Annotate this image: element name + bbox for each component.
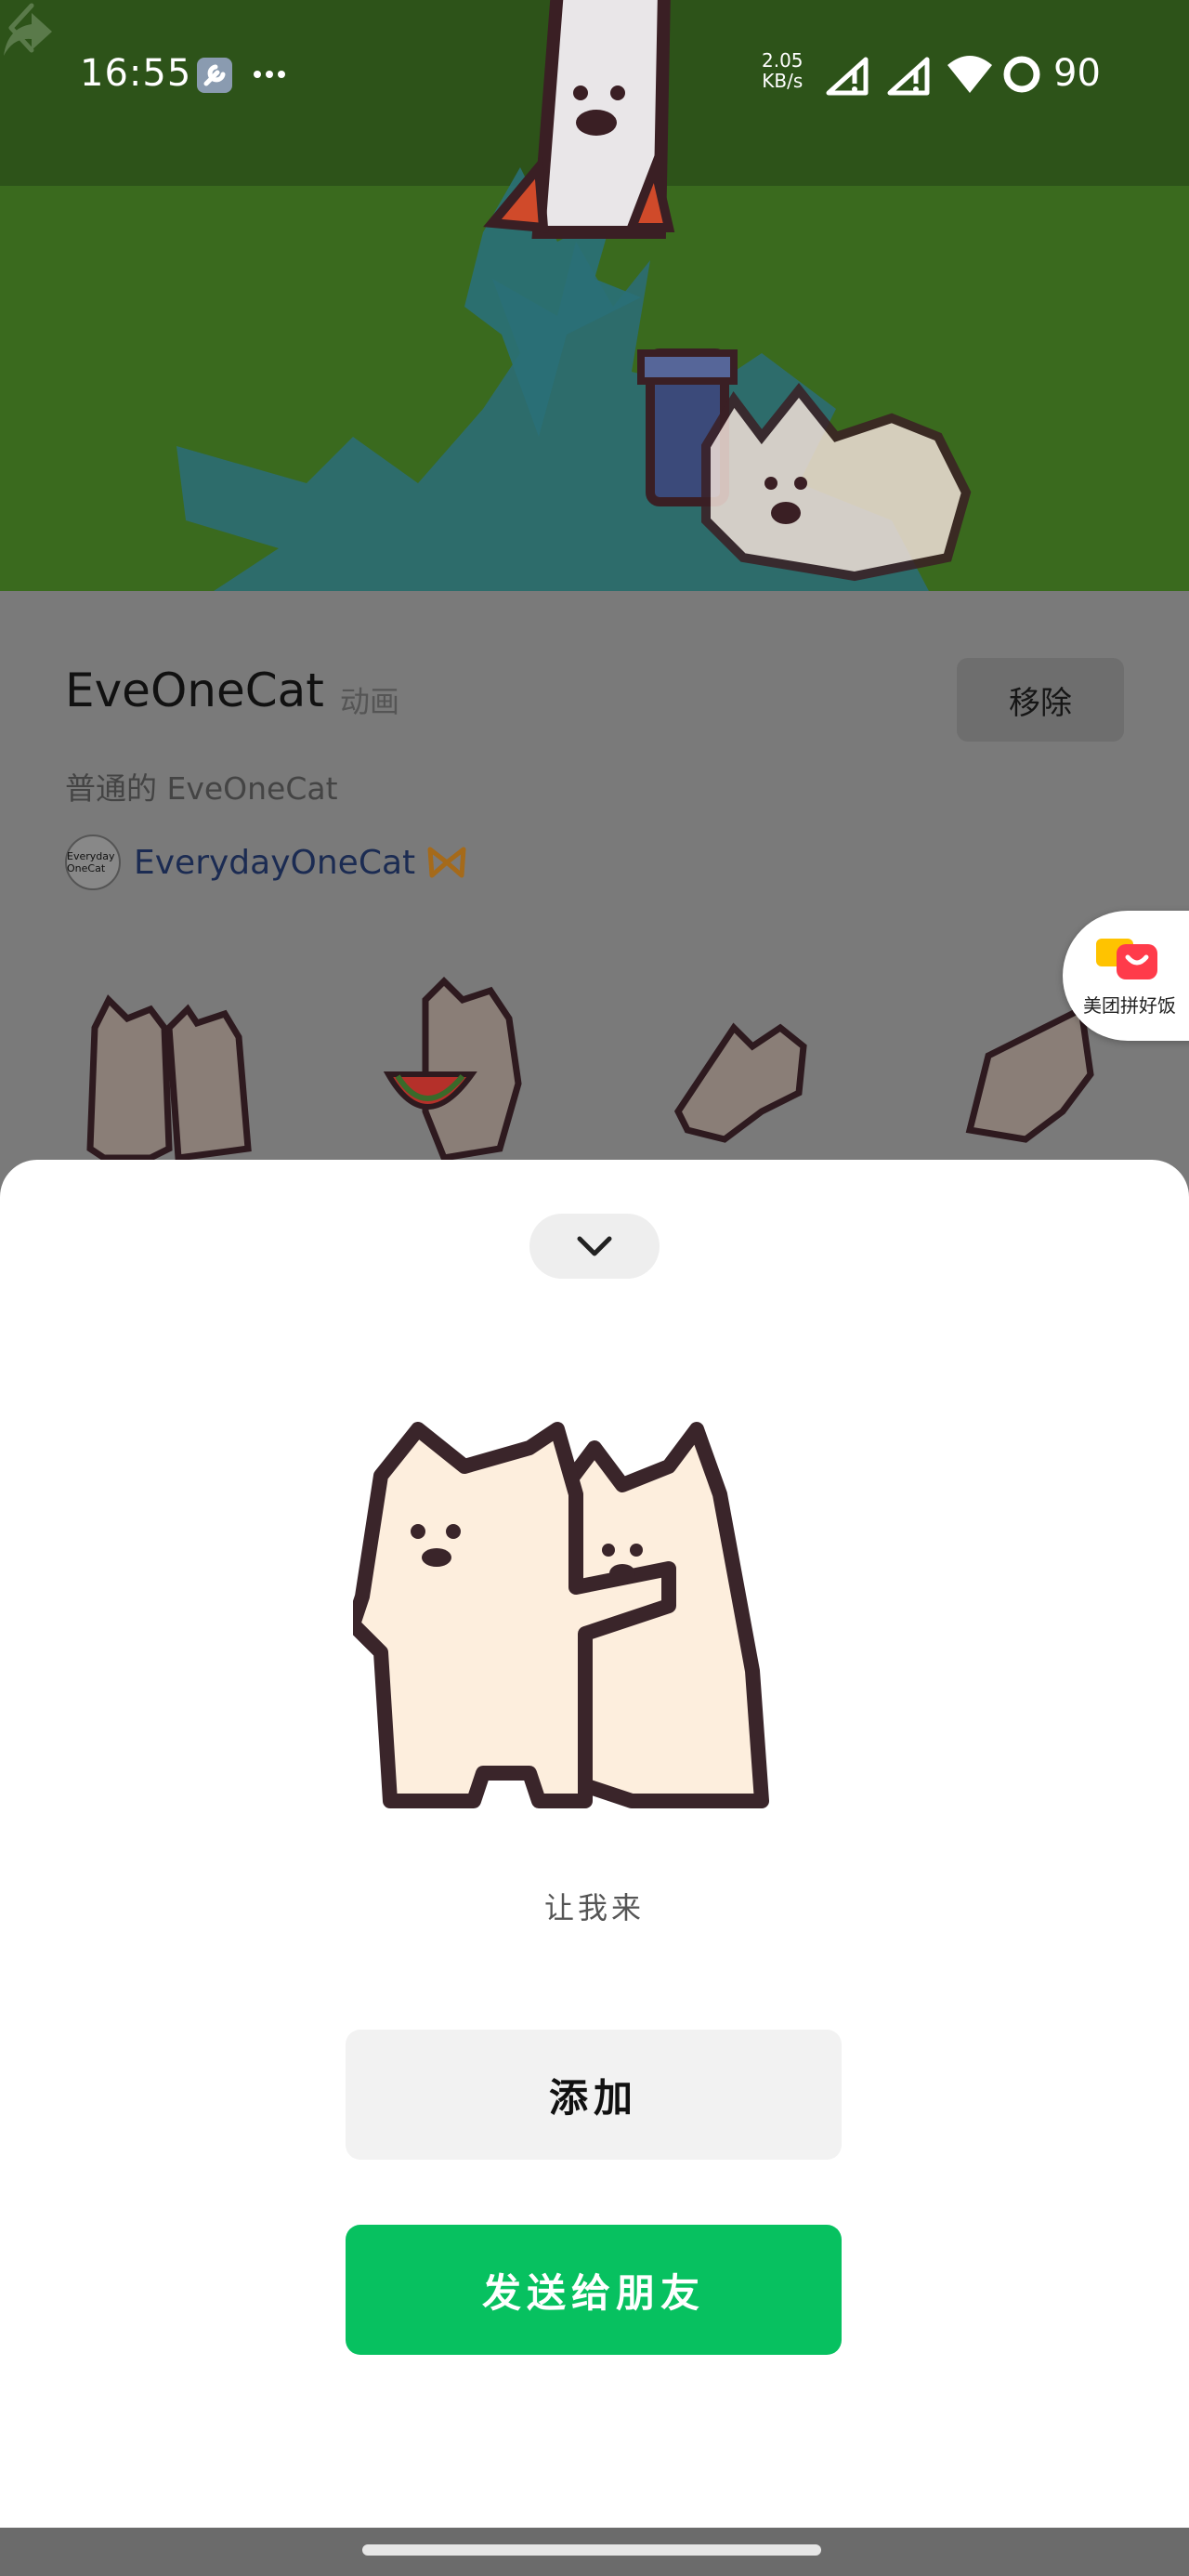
wrench-icon <box>197 58 232 93</box>
chevron-down-icon <box>577 1236 612 1256</box>
remove-button[interactable]: 移除 <box>957 658 1124 742</box>
signal-icon <box>887 57 930 96</box>
sticker-preview-large <box>353 1422 769 1808</box>
author-avatar: Everyday OneCat <box>65 835 121 890</box>
meituan-pinhaofan-logo <box>1096 939 1157 979</box>
share-arrow-icon[interactable] <box>0 0 56 65</box>
floating-ad[interactable]: 美团拼好饭 <box>1063 911 1189 1041</box>
sticker-detail-sheet: 让我来 添加 发送给朋友 <box>0 1160 1189 2528</box>
ad-label: 美团拼好饭 <box>1083 994 1176 1017</box>
bow-icon <box>427 847 466 878</box>
network-speed-unit: KB/s <box>762 70 804 92</box>
author-name: EverydayOneCat <box>134 843 416 882</box>
pack-title: EveOneCat <box>65 664 324 717</box>
network-speed: 2.05 KB/s <box>762 50 804 91</box>
sticker-thumb[interactable] <box>370 972 555 1176</box>
battery-level: 90 <box>1053 52 1101 95</box>
add-button[interactable]: 添加 <box>346 2030 842 2160</box>
status-time: 16:55 <box>80 52 192 95</box>
pack-type-tag: 动画 <box>340 684 400 719</box>
more-dots-icon <box>254 71 285 78</box>
author-row[interactable]: Everyday OneCat EverydayOneCat <box>65 835 467 890</box>
sticker-thumb[interactable] <box>76 972 262 1176</box>
signal-icon <box>826 57 869 96</box>
sticker-thumb[interactable] <box>650 972 836 1176</box>
collapse-button[interactable] <box>529 1214 660 1279</box>
send-to-friend-button[interactable]: 发送给朋友 <box>346 2225 842 2355</box>
system-nav-bar <box>0 2528 1189 2576</box>
sticker-caption: 让我来 <box>543 1890 645 1925</box>
home-indicator[interactable] <box>362 2544 821 2556</box>
status-bar: 16:55 2.05 KB/s 90 <box>0 0 1189 149</box>
battery-ring-icon <box>1003 56 1040 93</box>
pack-banner: 16:55 2.05 KB/s 90 <box>0 0 1189 591</box>
wifi-icon <box>947 56 992 93</box>
network-speed-value: 2.05 <box>762 49 804 72</box>
pack-description: 普通的 EveOneCat <box>65 770 338 807</box>
